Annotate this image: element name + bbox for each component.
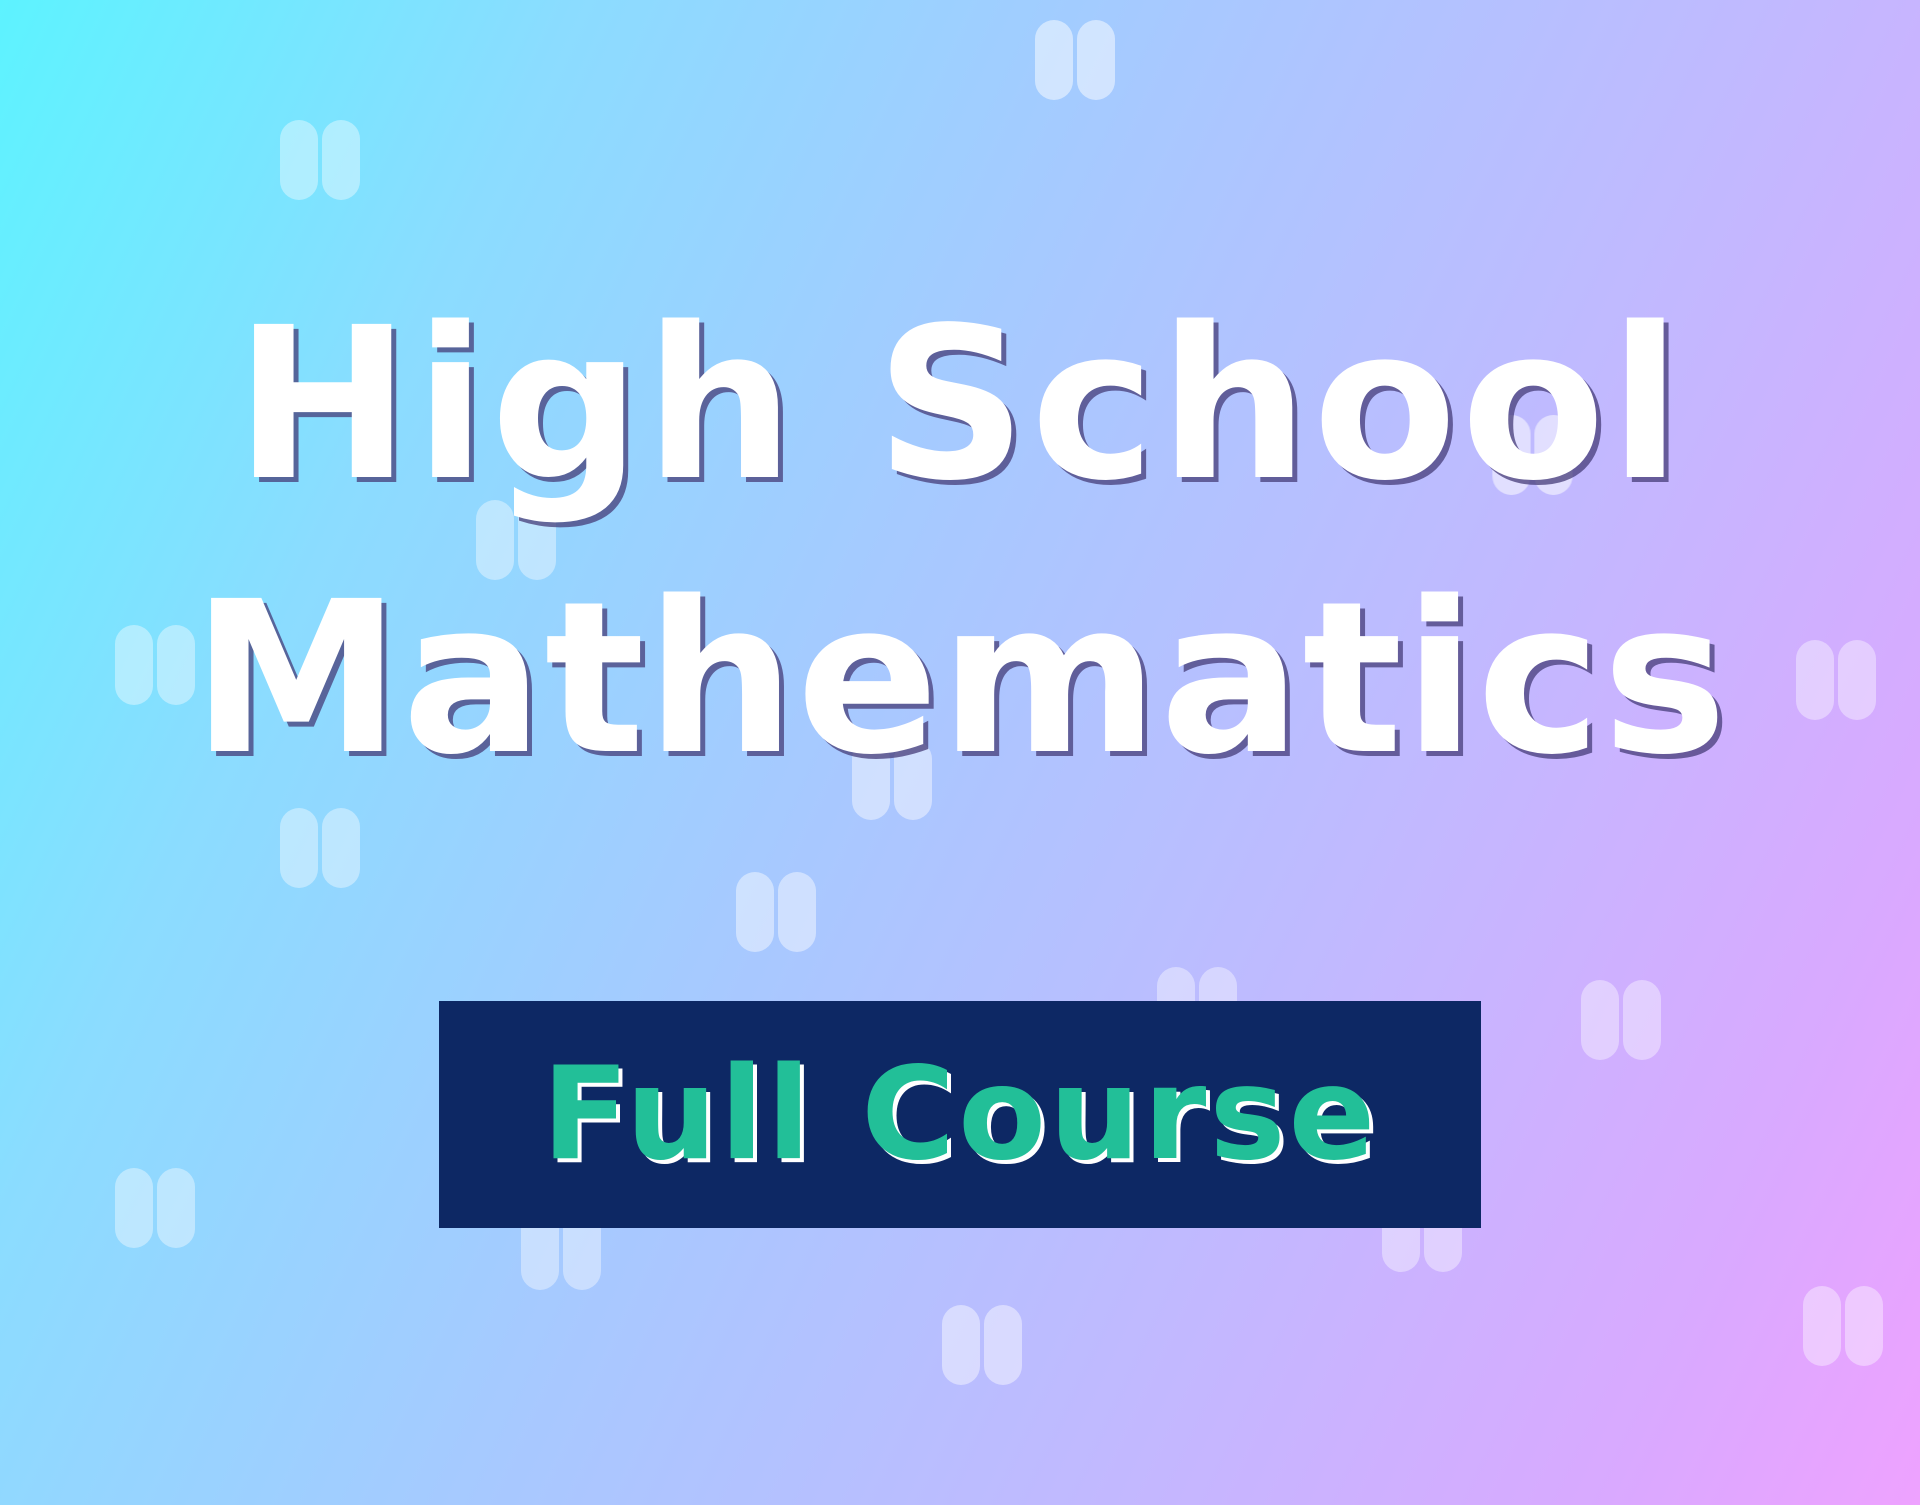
quote-mark-icon — [736, 872, 816, 952]
quote-mark-icon — [1581, 980, 1661, 1060]
title-line-1: High School — [234, 282, 1686, 527]
quote-mark-icon — [942, 1305, 1022, 1385]
course-badge-label: Full Course — [541, 1039, 1379, 1189]
quote-mark-icon — [280, 120, 360, 200]
quote-mark-icon — [280, 808, 360, 888]
quote-mark-icon — [115, 1168, 195, 1248]
course-badge: Full Course — [439, 1001, 1481, 1228]
quote-mark-icon — [1035, 20, 1115, 100]
quote-mark-icon — [1803, 1286, 1883, 1366]
title-line-2: Mathematics — [191, 556, 1729, 801]
